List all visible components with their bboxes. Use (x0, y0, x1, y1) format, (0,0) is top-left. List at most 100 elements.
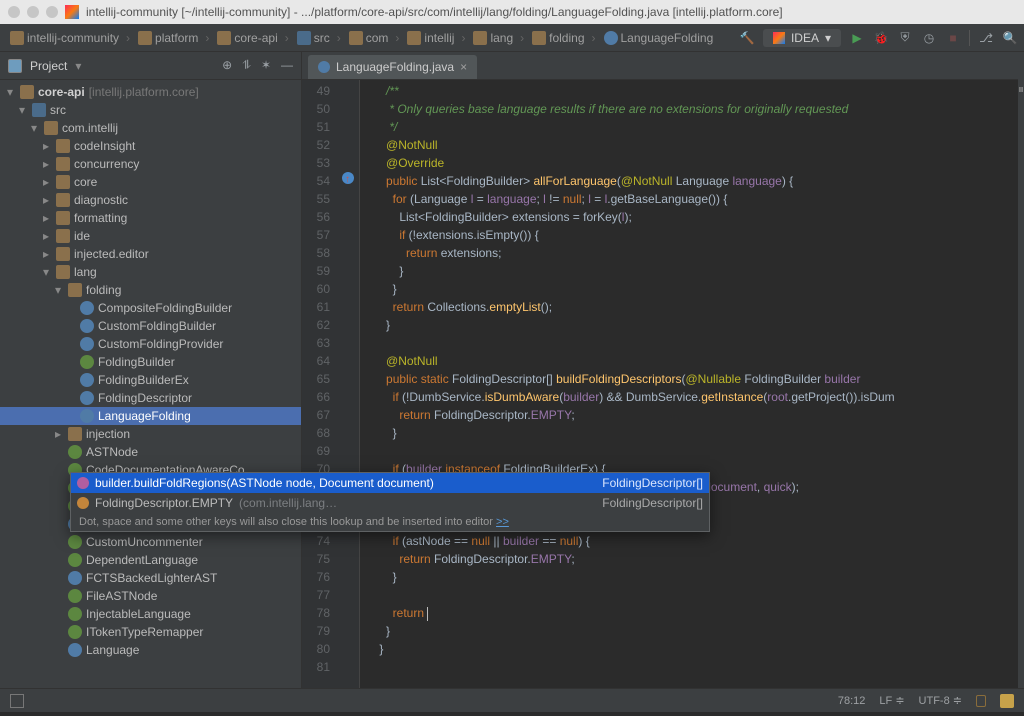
collapse-all-icon[interactable]: ⥮ (242, 58, 251, 73)
tree-item[interactable]: ▾ lang (0, 263, 301, 281)
tree-item[interactable]: FoldingBuilderEx (0, 371, 301, 389)
coverage-button[interactable]: ⛨ (897, 30, 913, 46)
tree-item[interactable]: ▾ src (0, 101, 301, 119)
completion-item[interactable]: builder.buildFoldRegions(ASTNode node, D… (71, 473, 709, 493)
project-view-label[interactable]: Project (30, 59, 67, 73)
breadcrumb-item[interactable]: com (345, 27, 404, 49)
close-window-icon[interactable] (8, 6, 20, 18)
tree-arrow-icon[interactable]: ▾ (16, 103, 28, 117)
breadcrumb-item[interactable]: LanguageFolding (600, 27, 718, 49)
tree-arrow-icon[interactable]: ▾ (40, 265, 52, 279)
tree-item-label: Language (86, 643, 139, 657)
class-icon (80, 373, 94, 387)
hide-tool-window-icon[interactable]: — (281, 58, 293, 73)
inspection-profile-icon[interactable] (1000, 694, 1014, 708)
tree-arrow-icon[interactable]: ▾ (4, 85, 16, 99)
app-icon (65, 5, 79, 19)
tree-item[interactable]: ▸ diagnostic (0, 191, 301, 209)
breadcrumb-item[interactable]: platform (134, 27, 213, 49)
tool-windows-toggle-icon[interactable] (10, 694, 24, 708)
tree-item[interactable]: DependentLanguage (0, 551, 301, 569)
tree-item[interactable]: ▾ com.intellij (0, 119, 301, 137)
tree-item[interactable]: ▸ injected.editor (0, 245, 301, 263)
tree-item-label: FoldingBuilder (98, 355, 175, 369)
tree-item[interactable]: ▸ core (0, 173, 301, 191)
settings-gear-icon[interactable]: ✶ (261, 58, 271, 73)
tree-arrow-icon[interactable]: ▾ (28, 121, 40, 135)
right-toolbar[interactable]: ⏸ (1018, 52, 1024, 688)
zoom-window-icon[interactable] (46, 6, 58, 18)
completion-hint-link[interactable]: >> (496, 516, 509, 528)
tree-arrow-icon[interactable]: ▾ (52, 283, 64, 297)
project-tree[interactable]: ▾ core-api [intellij.platform.core] ▾ sr… (0, 80, 301, 688)
tree-item[interactable]: LanguageFolding (0, 407, 301, 425)
tree-item[interactable]: ▸ injection (0, 425, 301, 443)
file-encoding[interactable]: UTF-8 ≑ (919, 694, 962, 707)
code-completion-popup[interactable]: builder.buildFoldRegions(ASTNode node, D… (70, 472, 710, 532)
locate-icon[interactable]: ⊕ (222, 58, 232, 73)
run-config-selector[interactable]: IDEA ▾ (763, 29, 841, 47)
tree-item[interactable]: FCTSBackedLighterAST (0, 569, 301, 587)
idea-icon (773, 32, 785, 44)
tree-item[interactable]: ▸ codeInsight (0, 137, 301, 155)
tree-item[interactable]: ▾ folding (0, 281, 301, 299)
folder-icon (56, 247, 70, 261)
stop-button[interactable]: ■ (945, 30, 961, 46)
run-button[interactable]: ▶ (849, 30, 865, 46)
tree-item[interactable]: ▸ ide (0, 227, 301, 245)
line-number-gutter[interactable]: 4950515253545556575859606162636465666768… (302, 80, 340, 688)
breadcrumb-item[interactable]: intellij (403, 27, 469, 49)
tree-arrow-icon[interactable]: ▸ (40, 211, 52, 225)
icon-gutter[interactable] (340, 80, 360, 688)
line-separator[interactable]: LF ≑ (879, 694, 904, 707)
tree-item[interactable]: CustomFoldingBuilder (0, 317, 301, 335)
tree-item-label: CustomFoldingProvider (98, 337, 223, 351)
chevron-down-icon[interactable]: ▾ (75, 59, 81, 73)
traffic-lights[interactable] (8, 6, 58, 18)
minimize-window-icon[interactable] (27, 6, 39, 18)
tree-arrow-icon[interactable]: ▸ (40, 229, 52, 243)
override-marker-icon[interactable] (342, 172, 354, 184)
tree-item-label: FoldingDescriptor (98, 391, 192, 405)
close-tab-icon[interactable]: × (460, 60, 467, 74)
tree-item[interactable]: ▸ formatting (0, 209, 301, 227)
tree-item[interactable]: Language (0, 641, 301, 659)
editor-tab[interactable]: LanguageFolding.java × (308, 55, 477, 79)
tree-arrow-icon[interactable]: ▸ (40, 193, 52, 207)
tree-arrow-icon[interactable]: ▸ (40, 139, 52, 153)
breadcrumb-item[interactable]: folding (528, 27, 599, 49)
tree-item[interactable]: FoldingDescriptor (0, 389, 301, 407)
breadcrumb-item[interactable]: src (293, 27, 345, 49)
caret-position[interactable]: 78:12 (838, 695, 866, 707)
tree-arrow-icon[interactable]: ▸ (40, 175, 52, 189)
interface-icon (68, 607, 82, 621)
pause-icon[interactable]: ⏸ (1018, 82, 1024, 97)
breadcrumb-item[interactable]: core-api (213, 27, 292, 49)
breadcrumb-item[interactable]: lang (469, 27, 528, 49)
tree-arrow-icon[interactable]: ▸ (40, 157, 52, 171)
tree-item[interactable]: ▾ core-api [intellij.platform.core] (0, 83, 301, 101)
search-everywhere-button[interactable]: 🔍 (1002, 30, 1018, 46)
readonly-lock-icon[interactable] (976, 695, 986, 707)
debug-button[interactable]: 🐞 (873, 30, 889, 46)
tree-item[interactable]: InjectableLanguage (0, 605, 301, 623)
code-content[interactable]: /** * Only queries base language results… (360, 80, 1018, 688)
tree-arrow-icon[interactable]: ▸ (40, 247, 52, 261)
profile-button[interactable]: ◷ (921, 30, 937, 46)
tree-item[interactable]: FileASTNode (0, 587, 301, 605)
vcs-button[interactable]: ⎇ (978, 30, 994, 46)
tree-item[interactable]: FoldingBuilder (0, 353, 301, 371)
status-bar: 78:12 LF ≑ UTF-8 ≑ (0, 688, 1024, 712)
tree-item[interactable]: CustomUncommenter (0, 533, 301, 551)
tree-item[interactable]: ITokenTypeRemapper (0, 623, 301, 641)
editor[interactable]: 4950515253545556575859606162636465666768… (302, 80, 1018, 688)
project-view-icon[interactable] (8, 59, 22, 73)
build-hammer-icon[interactable]: 🔨 (739, 30, 755, 46)
completion-item[interactable]: FoldingDescriptor.EMPTY (com.intellij.la… (71, 493, 709, 513)
breadcrumb-item[interactable]: intellij-community (6, 27, 134, 49)
tree-item[interactable]: ▸ concurrency (0, 155, 301, 173)
tree-item[interactable]: CustomFoldingProvider (0, 335, 301, 353)
tree-item[interactable]: ASTNode (0, 443, 301, 461)
tree-item[interactable]: CompositeFoldingBuilder (0, 299, 301, 317)
tree-arrow-icon[interactable]: ▸ (52, 427, 64, 441)
